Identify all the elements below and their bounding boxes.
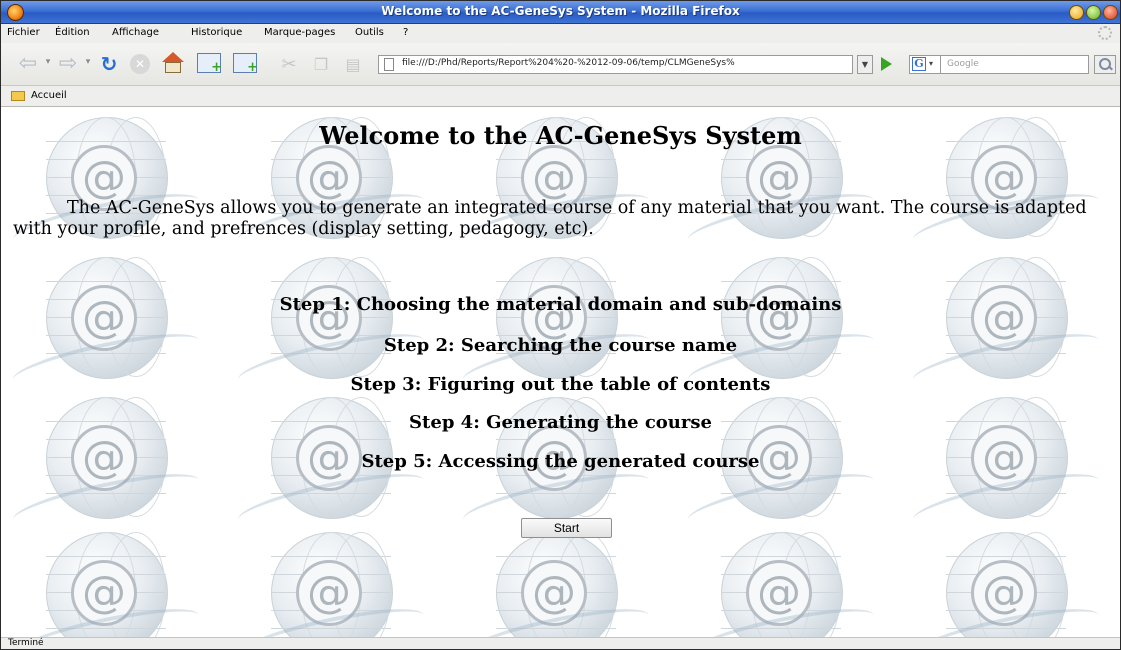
menu-affichage[interactable]: Affichage	[112, 27, 159, 38]
page-title: Welcome to the AC-GeneSys System	[319, 121, 802, 150]
bookmark-accueil[interactable]: Accueil	[31, 90, 67, 101]
close-window-button[interactable]	[1103, 5, 1118, 20]
new-tab-icon[interactable]: +	[197, 53, 222, 75]
forward-arrow-icon[interactable]: ⇨	[55, 51, 81, 76]
step-item: Step 4: Generating the course	[409, 412, 712, 433]
title-bar: Welcome to the AC-GeneSys System - Mozil…	[1, 1, 1120, 24]
copy-icon[interactable]: ❐	[311, 53, 331, 75]
url-bar[interactable]: file:///D:/Phd/Reports/Report%204%20-%20…	[378, 55, 853, 74]
step-item: Step 5: Accessing the generated course	[361, 451, 760, 472]
home-icon[interactable]	[161, 52, 185, 74]
intro-paragraph: The AC-GeneSys allows you to generate an…	[13, 198, 1087, 239]
browser-window: Welcome to the AC-GeneSys System - Mozil…	[0, 0, 1121, 650]
globe-at-sign-icon: @	[234, 532, 428, 637]
reload-icon[interactable]: ↻	[97, 52, 121, 76]
minimize-button[interactable]	[1069, 5, 1084, 20]
globe-at-sign-icon: @	[684, 532, 878, 637]
search-icon[interactable]	[1094, 55, 1116, 74]
url-text[interactable]: file:///D:/Phd/Reports/Report%204%20-%20…	[402, 58, 842, 68]
throbber-icon	[1098, 26, 1112, 40]
step-item: Step 3: Figuring out the table of conten…	[350, 374, 771, 395]
menu-edition[interactable]: Édition	[55, 27, 90, 38]
menu-marque-pages[interactable]: Marque-pages	[264, 27, 335, 38]
forward-history-dropdown-icon[interactable]: ▾	[83, 56, 93, 68]
menu-outils[interactable]: Outils	[355, 27, 384, 38]
page-icon	[384, 58, 394, 71]
url-history-dropdown-icon[interactable]: ▼	[857, 55, 873, 74]
search-placeholder: Google	[947, 59, 979, 69]
page-content: @ @ @ @ @ @ @ @ @ @ @ @ @ @ @ @ @ @ @ @ Welcome to the AC-G…	[1, 107, 1120, 637]
search-engine-dropdown-icon: ▾	[929, 59, 934, 68]
search-engine-selector[interactable]: G ▾	[909, 55, 941, 74]
menu-help[interactable]: ?	[403, 27, 408, 38]
search-input[interactable]: Google	[941, 55, 1089, 74]
stop-icon[interactable]: ✕	[130, 54, 150, 74]
start-button[interactable]: Start	[521, 518, 612, 538]
back-history-dropdown-icon[interactable]: ▾	[43, 56, 53, 68]
menu-bar: Fichier Édition Affichage Historique Mar…	[1, 24, 1120, 43]
cut-icon[interactable]: ✂	[278, 53, 300, 75]
go-arrow-icon[interactable]	[881, 57, 892, 71]
globe-background-pattern: @ @ @ @ @ @ @ @ @ @ @ @ @ @ @ @ @ @ @ @	[1, 107, 1120, 637]
globe-at-sign-icon: @	[9, 532, 203, 637]
maximize-button[interactable]	[1086, 5, 1101, 20]
window-title: Welcome to the AC-GeneSys System - Mozil…	[381, 4, 740, 18]
step-item: Step 2: Searching the course name	[383, 335, 738, 356]
bookmarks-toolbar: Accueil	[1, 86, 1120, 107]
menu-historique[interactable]: Historique	[191, 27, 242, 38]
globe-at-sign-icon: @	[459, 532, 653, 637]
navigation-toolbar: ⇦ ▾ ⇨ ▾ ↻ ✕ + + ✂ ❐ ▤ file:///D:/Phd/Rep…	[1, 43, 1120, 86]
google-icon: G	[912, 57, 926, 71]
menu-fichier[interactable]: Fichier	[7, 27, 40, 38]
folder-icon	[11, 91, 25, 101]
status-text: Terminé	[8, 638, 44, 648]
globe-at-sign-icon: @	[909, 532, 1103, 637]
status-bar: Terminé	[1, 637, 1120, 649]
step-item: Step 1: Choosing the material domain and…	[279, 294, 842, 315]
paste-icon[interactable]: ▤	[343, 53, 363, 75]
back-arrow-icon[interactable]: ⇦	[15, 51, 41, 76]
new-window-icon[interactable]: +	[233, 53, 258, 75]
